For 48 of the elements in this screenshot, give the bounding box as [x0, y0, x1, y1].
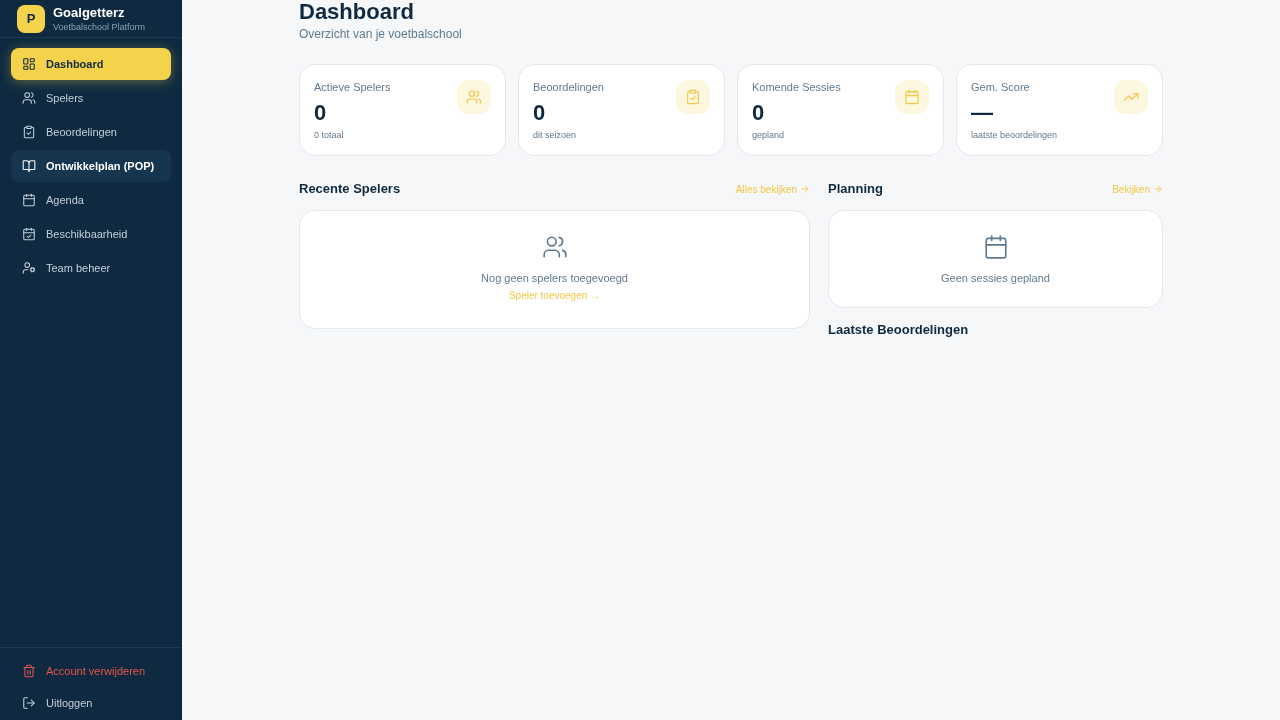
stat-note: 0 totaal [314, 129, 345, 141]
stat-value: — [971, 99, 994, 127]
section-title: Recente Spelers [299, 180, 401, 199]
book-icon [22, 159, 36, 173]
user-gear-icon [22, 261, 36, 275]
empty-message: Geen sessies gepland [941, 271, 1050, 286]
stat-value: 0 [533, 99, 547, 127]
stat-note: dit seizoen [533, 129, 578, 141]
users-icon [541, 234, 568, 260]
stat-value: 0 [314, 99, 328, 127]
arrow-right-icon [1153, 184, 1163, 194]
section-title: Planning [828, 180, 883, 199]
trend-up-icon [1114, 80, 1148, 114]
sidebar-nav-item[interactable]: Team beheer [11, 252, 171, 284]
calendar-icon [22, 193, 36, 207]
empty-message: Nog geen spelers toegevoegd [481, 271, 628, 286]
sidebar-nav-item[interactable]: Ontwikkelplan (POP) [11, 150, 171, 182]
stat-value: 0 [752, 99, 766, 127]
logout-icon [22, 696, 36, 710]
stat-note: gepland [752, 129, 786, 141]
logo-tile: P [17, 4, 45, 33]
sidebar-nav-item[interactable]: Dashboard [11, 48, 171, 80]
sidebar-nav-item[interactable]: Beoordelingen [11, 116, 171, 148]
brand-title: Goalgetterz [53, 4, 126, 21]
stat-note: laatste beoordelingen [971, 129, 1058, 141]
stat-label: Actieve Spelers [314, 80, 391, 95]
section-title: Laatste Beoordelingen [828, 321, 969, 340]
arrow-right-icon [800, 184, 810, 194]
clipboard-check-icon [22, 125, 36, 139]
stat-label: Beoordelingen [533, 80, 604, 95]
trash-icon [22, 664, 36, 678]
brand-subtitle: Voetbalschool Platform [53, 20, 146, 33]
sidebar-nav-item[interactable]: Agenda [11, 184, 171, 216]
clipboard-check-icon [676, 80, 710, 114]
sidebar-nav-item[interactable]: Spelers [11, 82, 171, 114]
users-icon [22, 91, 36, 105]
calendar-icon [982, 234, 1009, 260]
delete-account-link[interactable]: Account verwijderen [11, 656, 171, 686]
stat-label: Komende Sessies [752, 80, 841, 95]
sidebar-nav-item[interactable]: Beschikbaarheid [11, 218, 171, 250]
logout-link[interactable]: Uitloggen [11, 688, 171, 718]
page-title: Dashboard [299, 0, 415, 24]
dashboard-icon [22, 57, 36, 71]
stat-label: Gem. Score [971, 80, 1031, 95]
users-icon [457, 80, 491, 114]
calendar-check-icon [22, 227, 36, 241]
page-subtitle: Overzicht van je voetbalschool [299, 26, 463, 42]
calendar-icon [895, 80, 929, 114]
